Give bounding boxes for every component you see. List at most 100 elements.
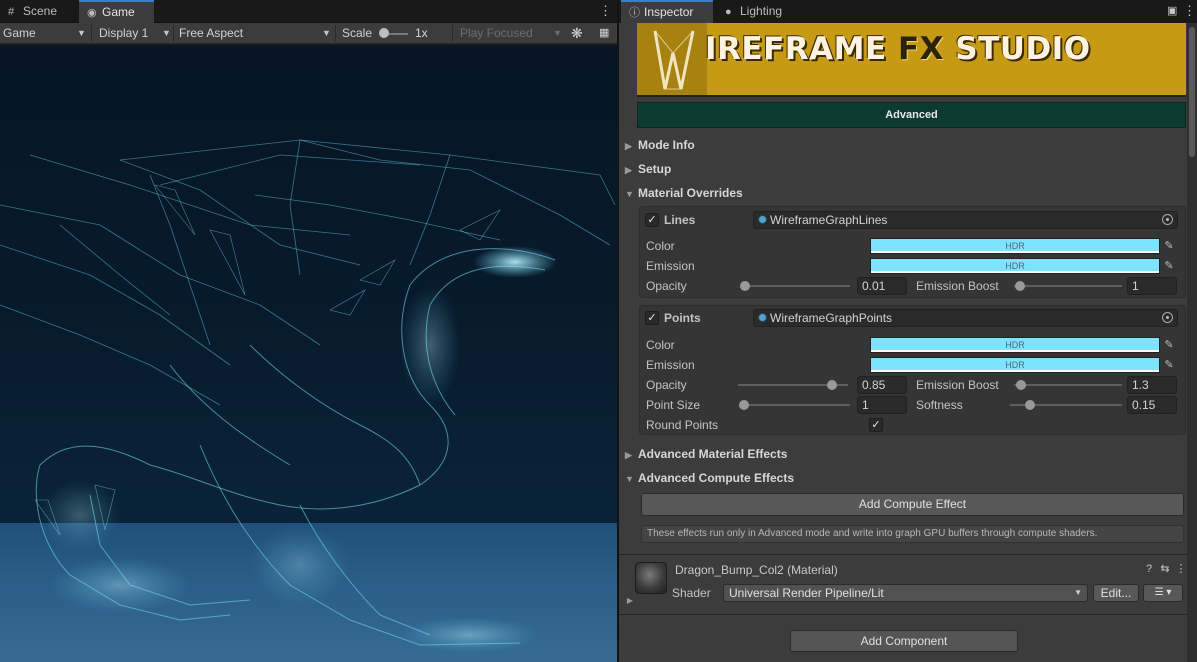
shader-label: Shader [672, 586, 711, 600]
lines-group: ✓ Lines WireframeGraphLines Color HDR ✎ … [639, 206, 1186, 298]
points-emission-boost-label: Emission Boost [916, 378, 999, 392]
points-size-input[interactable]: 1 [857, 396, 907, 414]
points-color-swatch[interactable]: HDR [870, 337, 1160, 353]
points-opacity-slider-handle[interactable] [827, 380, 837, 390]
bulb-icon: ● [725, 6, 732, 18]
section-advanced-compute-effects[interactable]: ▼ Advanced Compute Effects [625, 469, 794, 487]
section-material-overrides[interactable]: ▼ Material Overrides [625, 184, 743, 202]
chevron-down-icon: ▼ [1074, 588, 1082, 597]
left-tab-bar: # Scene ◉ Game ⋮ [0, 0, 618, 23]
add-compute-effect-button[interactable]: Add Compute Effect [641, 493, 1184, 516]
points-enabled-checkbox[interactable]: ✓ [645, 311, 659, 325]
game-viewport[interactable] [0, 45, 618, 662]
chevron-down-icon: ▼ [77, 28, 86, 38]
game-tab-menu-icon[interactable]: ⋮ [599, 3, 612, 19]
scale-slider-handle[interactable] [379, 28, 389, 38]
presets-icon[interactable]: ⇆ [1158, 562, 1172, 576]
lines-opacity-input[interactable]: 0.01 [857, 277, 907, 295]
lines-opacity-row: Opacity 0.01 Emission Boost 1 [640, 276, 1187, 296]
edit-shader-button[interactable]: Edit... [1093, 584, 1139, 602]
eyedropper-icon[interactable]: ✎ [1162, 357, 1176, 373]
lines-emission-boost-slider-handle[interactable] [1015, 281, 1025, 291]
tab-inspector[interactable]: ⓘ Inspector [621, 0, 713, 23]
stats-toggle-icon[interactable]: ▦ [599, 23, 609, 44]
eyedropper-icon[interactable]: ✎ [1162, 238, 1176, 254]
lines-emission-boost-slider[interactable] [1014, 285, 1122, 287]
aspect-dropdown[interactable]: Free Aspect [179, 23, 243, 44]
lines-label: Lines [664, 213, 696, 227]
eyedropper-icon[interactable]: ✎ [1162, 258, 1176, 274]
object-picker-icon[interactable] [1162, 214, 1173, 225]
section-mode-info[interactable]: ▶ Mode Info [625, 136, 695, 154]
compute-help-text: These effects run only in Advanced mode … [641, 525, 1184, 543]
lines-emission-row: Emission HDR ✎ [640, 256, 1187, 276]
lines-color-label: Color [646, 239, 675, 253]
chevron-down-icon: ▼ [553, 28, 562, 38]
points-size-row: Point Size 1 Softness 0.15 [640, 395, 1187, 415]
points-size-slider-handle[interactable] [739, 400, 749, 410]
shader-options-button[interactable]: ☰ ▾ [1143, 584, 1183, 602]
object-picker-icon[interactable] [1162, 312, 1173, 323]
points-softness-slider-handle[interactable] [1025, 400, 1035, 410]
lines-emission-boost-input[interactable]: 1 [1127, 277, 1177, 295]
material-icon [758, 313, 767, 322]
inspector-menu-icon[interactable]: ⋮ [1183, 3, 1196, 19]
game-view-dropdown[interactable]: Game [3, 23, 36, 44]
bug-icon[interactable]: ❋ [571, 23, 583, 44]
points-label: Points [664, 311, 701, 325]
lines-color-row: Color HDR ✎ [640, 236, 1187, 256]
inspector-panel: ⓘ Inspector ● Lighting ▣ ⋮ IREFRAME FX STU… [619, 0, 1197, 662]
add-component-button[interactable]: Add Component [790, 630, 1018, 652]
points-group: ✓ Points WireframeGraphPoints Color HDR … [639, 305, 1186, 435]
scale-label: Scale [342, 26, 373, 40]
scrollbar-thumb[interactable] [1189, 27, 1195, 157]
section-advanced-material-effects[interactable]: ▶ Advanced Material Effects [625, 445, 787, 463]
points-softness-input[interactable]: 0.15 [1127, 396, 1177, 414]
display-dropdown[interactable]: Display 1 [99, 23, 148, 44]
material-icon [758, 215, 767, 224]
triangle-right-icon: ▶ [625, 141, 632, 151]
tab-game[interactable]: ◉ Game [79, 0, 154, 23]
grid-icon: # [8, 6, 15, 18]
material-preview-thumbnail [635, 562, 667, 594]
round-points-checkbox[interactable]: ✓ [869, 418, 883, 432]
triangle-right-icon[interactable]: ▶ [623, 594, 637, 608]
advanced-mode-button[interactable]: Advanced [637, 102, 1186, 128]
lines-opacity-slider[interactable] [742, 285, 850, 287]
section-setup[interactable]: ▶ Setup [625, 160, 671, 178]
eyedropper-icon[interactable]: ✎ [1162, 337, 1176, 353]
triangle-down-icon: ▼ [625, 474, 634, 484]
lines-emission-swatch[interactable]: HDR [870, 258, 1160, 274]
material-component-title: Dragon_Bump_Col2 (Material) [675, 563, 838, 577]
chevron-down-icon: ▼ [162, 28, 171, 38]
inspector-scrollbar[interactable] [1187, 23, 1197, 662]
info-icon: ⓘ [629, 7, 640, 19]
tab-lighting[interactable]: ● Lighting [717, 0, 797, 23]
lock-icon[interactable]: ▣ [1167, 3, 1177, 19]
points-emission-swatch[interactable]: HDR [870, 357, 1160, 373]
points-size-slider[interactable] [742, 404, 850, 406]
wireframe-dragon-render [0, 139, 616, 653]
points-emission-boost-input[interactable]: 1.3 [1127, 376, 1177, 394]
lines-enabled-checkbox[interactable]: ✓ [645, 213, 659, 227]
help-icon[interactable]: ? [1142, 562, 1156, 576]
points-opacity-label: Opacity [646, 378, 687, 392]
points-opacity-input[interactable]: 0.85 [857, 376, 907, 394]
lines-header-row: ✓ Lines WireframeGraphLines [640, 210, 1187, 230]
play-mode-dropdown[interactable]: Play Focused [460, 23, 533, 44]
shader-dropdown[interactable]: Universal Render Pipeline/Lit ▼ [723, 584, 1088, 602]
points-emission-boost-slider[interactable] [1014, 384, 1122, 386]
scale-value: 1x [415, 26, 428, 40]
lines-opacity-slider-handle[interactable] [740, 281, 750, 291]
game-view-panel: # Scene ◉ Game ⋮ Game ▼ Display 1 ▼ Free A… [0, 0, 618, 662]
lines-material-field[interactable]: WireframeGraphLines [753, 211, 1178, 229]
points-emission-boost-slider-handle[interactable] [1016, 380, 1026, 390]
component-menu-icon[interactable]: ⋮ [1174, 562, 1188, 576]
inspector-content: IREFRAME FX STUDIO Advanced ▶ Mode Info ▶… [619, 23, 1197, 662]
points-header-row: ✓ Points WireframeGraphPoints [640, 308, 1187, 328]
banner-title: IREFRAME FX STUDIO [705, 31, 1091, 67]
lines-color-swatch[interactable]: HDR [870, 238, 1160, 254]
points-round-row: Round Points ✓ [640, 415, 1187, 435]
tab-scene[interactable]: # Scene [0, 0, 72, 23]
points-material-field[interactable]: WireframeGraphPoints [753, 309, 1178, 327]
